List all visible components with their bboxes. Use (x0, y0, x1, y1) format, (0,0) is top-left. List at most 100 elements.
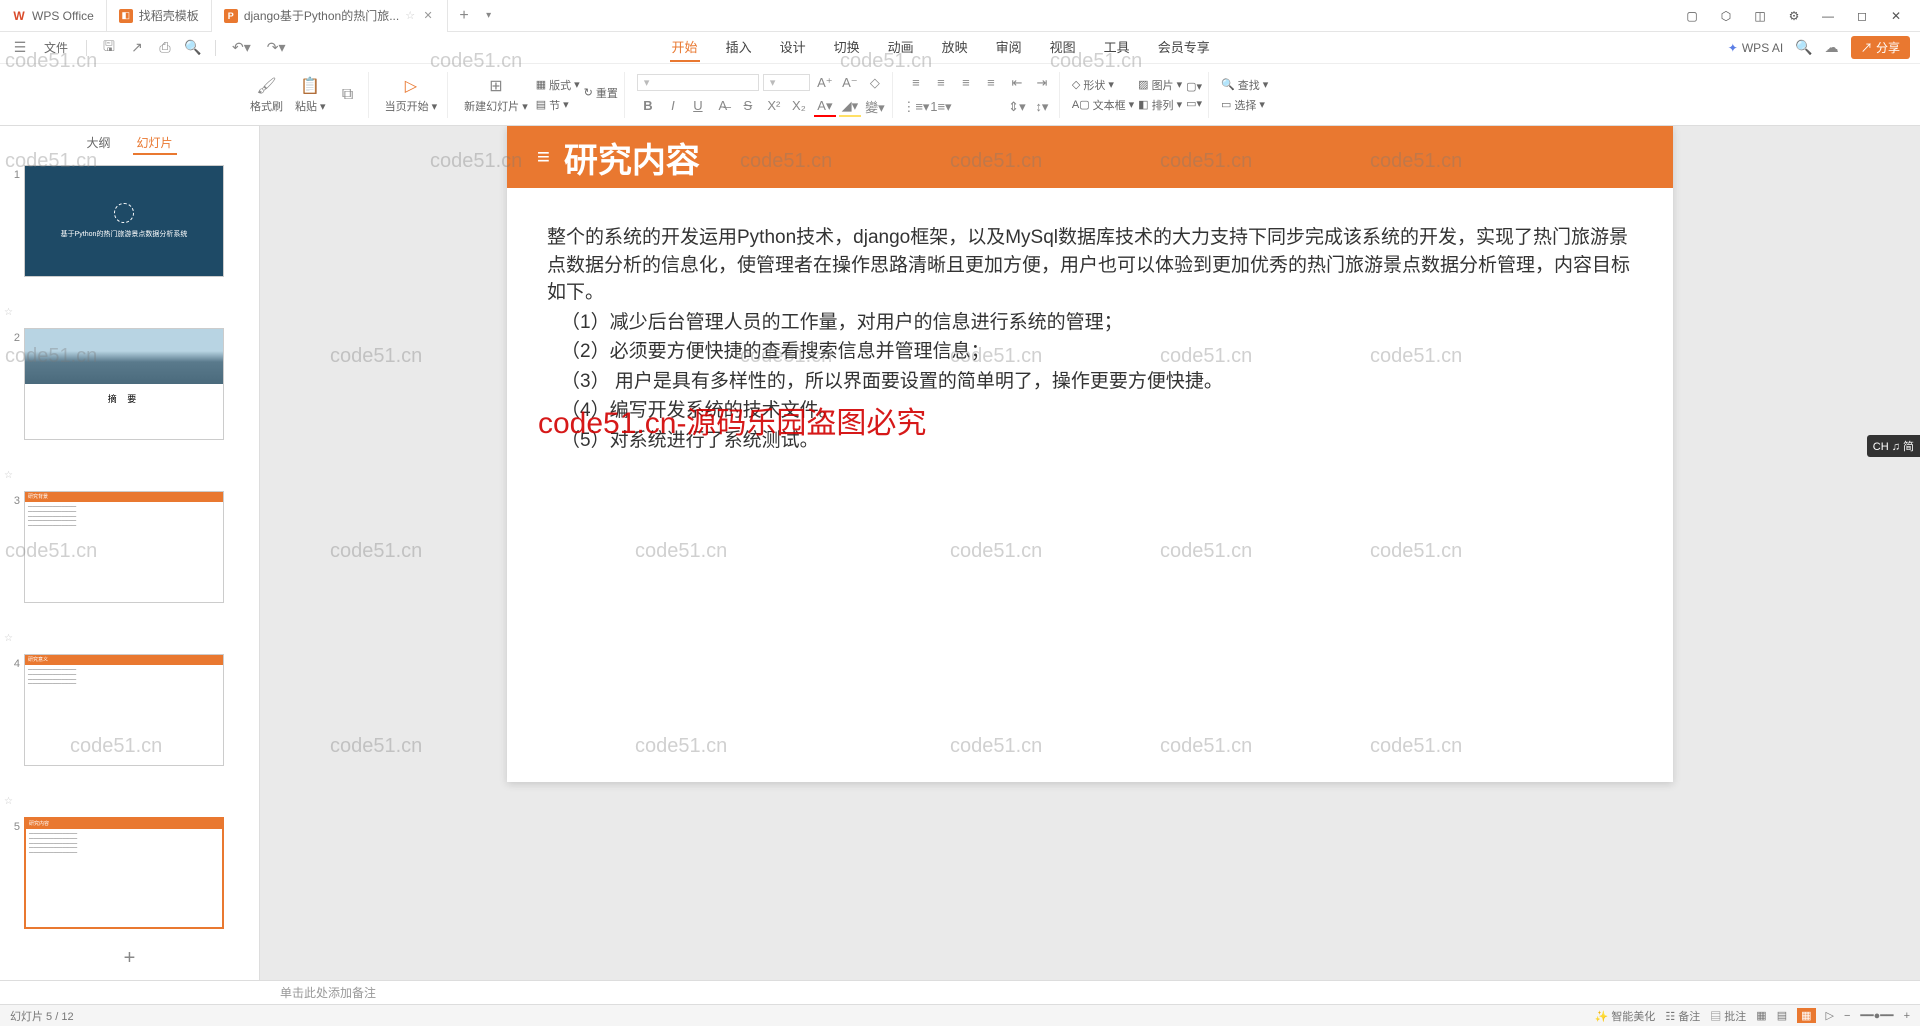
textbox-button[interactable]: A▢ 文本框 ▾ (1072, 97, 1134, 113)
image-button[interactable]: ▨ 图片 ▾ (1138, 77, 1182, 93)
subscript-button[interactable]: X₂ (788, 95, 810, 115)
search-icon[interactable]: 🔍 (1795, 39, 1812, 56)
align-right-button[interactable]: ≡ (955, 73, 977, 93)
menu-tab-view[interactable]: 视图 (1048, 33, 1078, 62)
tab-current-file[interactable]: P django基于Python的热门旅... ☆ ✕ (212, 0, 448, 32)
star-icon[interactable]: ☆ (405, 9, 415, 22)
decrease-indent-button[interactable]: ⇤ (1006, 73, 1028, 93)
tab-dropdown-icon[interactable]: ▾ (480, 10, 497, 21)
close-button[interactable]: ✕ (1880, 2, 1912, 30)
arrange-button[interactable]: ◧ 排列 ▾ (1138, 97, 1182, 113)
preview-icon[interactable]: 🔍 (183, 38, 203, 58)
zoom-out-button[interactable]: − (1844, 1010, 1850, 1022)
find-button[interactable]: 🔍 查找 ▾ (1221, 77, 1268, 93)
zoom-in-button[interactable]: + (1904, 1010, 1910, 1022)
wps-ai-button[interactable]: ✦WPS AI (1728, 41, 1783, 55)
zoom-slider[interactable]: ━━●━━ (1860, 1009, 1893, 1022)
notes-pane[interactable]: 单击此处添加备注 (0, 980, 1920, 1004)
slides-tab[interactable]: 幻灯片 (133, 132, 177, 155)
thumb-slide-2[interactable]: 2 摘 要 (4, 328, 251, 440)
window-package-icon[interactable]: ⬡ (1710, 2, 1742, 30)
close-tab-icon[interactable]: ✕ (421, 9, 435, 23)
text-direction-button[interactable]: ↕▾ (1031, 97, 1053, 117)
underline-button[interactable]: U (687, 95, 709, 115)
remarks-button[interactable]: ☷ 备注 (1665, 1008, 1700, 1024)
export-icon[interactable]: ↗ (127, 38, 147, 58)
view-reading-icon[interactable]: ▦ (1797, 1008, 1815, 1023)
current-slide[interactable]: ≡ 研究内容 整个的系统的开发运用Python技术，django框架，以及MyS… (507, 126, 1673, 782)
shape-fill-button[interactable]: ▢▾ (1186, 80, 1202, 93)
maximize-button[interactable]: ◻ (1846, 2, 1878, 30)
comments-button[interactable]: ▤ 批注 (1710, 1008, 1746, 1024)
shape-outline-button[interactable]: ▭▾ (1186, 97, 1202, 110)
menu-tab-animation[interactable]: 动画 (886, 33, 916, 62)
superscript-button[interactable]: X² (763, 95, 785, 115)
cloud-icon[interactable]: ☁ (1825, 39, 1839, 56)
menu-tab-member[interactable]: 会员专享 (1156, 33, 1212, 62)
minimize-button[interactable]: — (1812, 2, 1844, 30)
number-list-button[interactable]: 1≡▾ (930, 97, 952, 117)
star-icon[interactable]: ☆ (4, 776, 16, 807)
font-color-button[interactable]: A▾ (814, 97, 836, 117)
paste-button[interactable]: 📋粘贴 ▾ (291, 76, 330, 114)
menu-tab-review[interactable]: 审阅 (994, 33, 1024, 62)
window-cube-icon[interactable]: ◫ (1744, 2, 1776, 30)
align-justify-button[interactable]: ≡ (980, 73, 1002, 93)
increase-font-button[interactable]: A⁺ (814, 73, 836, 93)
thumb-slide-3[interactable]: 3 研究背景━━━━━━━━━━━━━━━━━━━━━━━━━━━━━━━━━━… (4, 491, 251, 603)
share-button[interactable]: ↗ 分享 (1851, 36, 1910, 59)
thumb-slide-4[interactable]: 4 研究意义━━━━━━━━━━━━━━━━━━━━━━━━━━━━━━━━━━… (4, 654, 251, 766)
menu-tab-slideshow[interactable]: 放映 (940, 33, 970, 62)
italic-button[interactable]: I (662, 95, 684, 115)
ime-indicator[interactable]: CH ♫ 简 (1867, 435, 1920, 457)
from-current-button[interactable]: ▷当页开始 ▾ (381, 76, 442, 114)
outline-tab[interactable]: 大纲 (82, 132, 114, 155)
font-select[interactable]: ▾ (637, 74, 759, 91)
redo-icon[interactable]: ↷▾ (263, 39, 290, 56)
add-slide-button[interactable]: + (0, 937, 259, 980)
undo-icon[interactable]: ↶▾ (228, 39, 255, 56)
bullet-list-button[interactable]: ⋮≡▾ (905, 97, 927, 117)
copy-button[interactable]: ⧉ (334, 85, 362, 105)
shape-button[interactable]: ◇ 形状 ▾ (1072, 77, 1134, 93)
view-normal-icon[interactable]: ▦ (1756, 1009, 1766, 1022)
view-slideshow-icon[interactable]: ▷ (1826, 1009, 1834, 1022)
save-icon[interactable]: 🖫 (99, 38, 119, 58)
slide-canvas[interactable]: ≡ 研究内容 整个的系统的开发运用Python技术，django框架，以及MyS… (260, 126, 1920, 980)
align-center-button[interactable]: ≡ (930, 73, 952, 93)
menu-tab-tools[interactable]: 工具 (1102, 33, 1132, 62)
add-tab-button[interactable]: + (448, 7, 480, 25)
menu-tab-transition[interactable]: 切换 (832, 33, 862, 62)
view-sorter-icon[interactable]: ▤ (1777, 1009, 1787, 1022)
font-size-select[interactable]: ▾ (763, 74, 810, 91)
reset-button[interactable]: ↻ 重置 (584, 85, 618, 101)
menu-tab-design[interactable]: 设计 (778, 33, 808, 62)
menu-tab-start[interactable]: 开始 (670, 33, 700, 62)
hamburger-icon[interactable]: ☰ (10, 38, 30, 58)
slide-body[interactable]: 整个的系统的开发运用Python技术，django框架，以及MySql数据库技术… (507, 188, 1673, 492)
thumb-slide-1[interactable]: 1 基于Python的热门旅游景点数据分析系统 (4, 165, 251, 277)
line-spacing-button[interactable]: ⇕▾ (1006, 97, 1028, 117)
tab-templates[interactable]: ◧ 找稻壳模板 (107, 0, 212, 32)
tab-wps-office[interactable]: W WPS Office (0, 0, 107, 32)
file-menu[interactable]: 文件 (38, 39, 74, 56)
thumb-slide-5[interactable]: 5 研究内容━━━━━━━━━━━━━━━━━━━━━━━━━━━━━━━━━━… (4, 817, 251, 929)
highlight-button[interactable]: ◢▾ (839, 97, 861, 117)
window-settings-icon[interactable]: ⚙ (1778, 2, 1810, 30)
star-icon[interactable]: ☆ (4, 287, 16, 318)
increase-indent-button[interactable]: ⇥ (1031, 73, 1053, 93)
strike-button[interactable]: S (737, 95, 759, 115)
text-effect-button[interactable]: 變▾ (864, 97, 886, 117)
strikethrough-button[interactable]: A̶ (712, 95, 734, 115)
star-icon[interactable]: ☆ (4, 450, 16, 481)
bold-button[interactable]: B (637, 95, 659, 115)
menu-tab-insert[interactable]: 插入 (724, 33, 754, 62)
select-button[interactable]: ▭ 选择 ▾ (1221, 97, 1268, 113)
smartify-button[interactable]: ✨ 智能美化 (1595, 1008, 1656, 1024)
clear-format-button[interactable]: ◇ (864, 73, 886, 93)
layout-button[interactable]: ▦ 版式 ▾ (536, 77, 580, 93)
star-icon[interactable]: ☆ (4, 613, 16, 644)
thumb-list[interactable]: 1 基于Python的热门旅游景点数据分析系统 ☆ 2 摘 要 ☆ 3 研究背景… (0, 161, 259, 937)
align-left-button[interactable]: ≡ (905, 73, 927, 93)
print-icon[interactable]: ⎙ (155, 38, 175, 58)
